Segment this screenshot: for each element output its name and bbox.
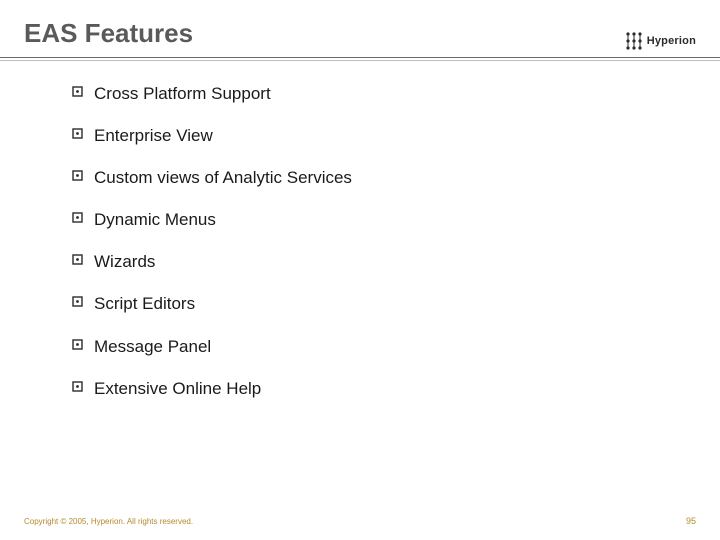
list-item: Dynamic Menus <box>72 209 696 231</box>
slide-title: EAS Features <box>24 18 193 53</box>
header-divider <box>0 57 720 58</box>
bullet-icon <box>72 128 83 139</box>
list-item-text: Script Editors <box>94 294 195 313</box>
list-item: Cross Platform Support <box>72 83 696 105</box>
list-item-text: Custom views of Analytic Services <box>94 168 352 187</box>
list-item-text: Cross Platform Support <box>94 84 271 103</box>
list-item-text: Wizards <box>94 252 155 271</box>
bullet-icon <box>72 170 83 181</box>
slide-footer: Copyright © 2005, Hyperion. All rights r… <box>24 516 696 526</box>
bullet-icon <box>72 339 83 350</box>
list-item: Script Editors <box>72 293 696 315</box>
list-item: Enterprise View <box>72 125 696 147</box>
feature-list: Cross Platform Support Enterprise View C… <box>72 83 696 400</box>
hyperion-logo-icon <box>624 31 644 51</box>
list-item: Extensive Online Help <box>72 378 696 400</box>
list-item: Wizards <box>72 251 696 273</box>
hyperion-logo: Hyperion <box>624 31 696 53</box>
list-item: Message Panel <box>72 336 696 358</box>
bullet-icon <box>72 381 83 392</box>
copyright-text: Copyright © 2005, Hyperion. All rights r… <box>24 517 193 526</box>
list-item: Custom views of Analytic Services <box>72 167 696 189</box>
list-item-text: Dynamic Menus <box>94 210 216 229</box>
list-item-text: Extensive Online Help <box>94 379 261 398</box>
bullet-icon <box>72 212 83 223</box>
list-item-text: Message Panel <box>94 337 211 356</box>
bullet-icon <box>72 86 83 97</box>
bullet-icon <box>72 254 83 265</box>
page-number: 95 <box>686 516 696 526</box>
bullet-icon <box>72 296 83 307</box>
slide-header: EAS Features Hyperion <box>0 0 720 53</box>
hyperion-logo-text: Hyperion <box>647 35 696 47</box>
list-item-text: Enterprise View <box>94 126 213 145</box>
slide-content: Cross Platform Support Enterprise View C… <box>0 61 720 400</box>
